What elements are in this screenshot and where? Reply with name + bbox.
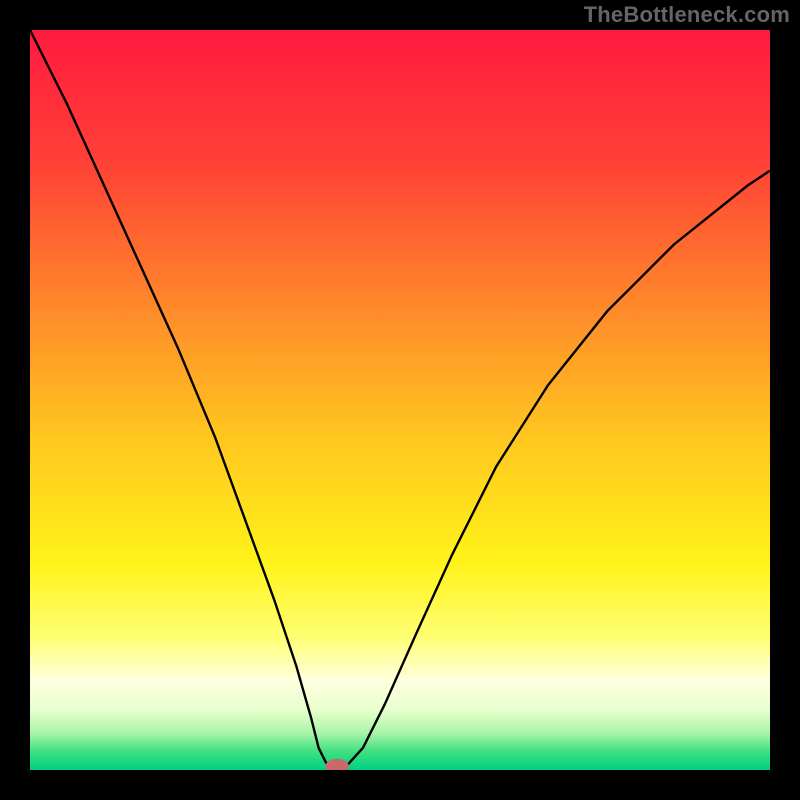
gradient-background — [30, 30, 770, 770]
plot-area — [30, 30, 770, 770]
chart-svg — [30, 30, 770, 770]
chart-frame: TheBottleneck.com — [0, 0, 800, 800]
watermark-text: TheBottleneck.com — [584, 2, 790, 28]
